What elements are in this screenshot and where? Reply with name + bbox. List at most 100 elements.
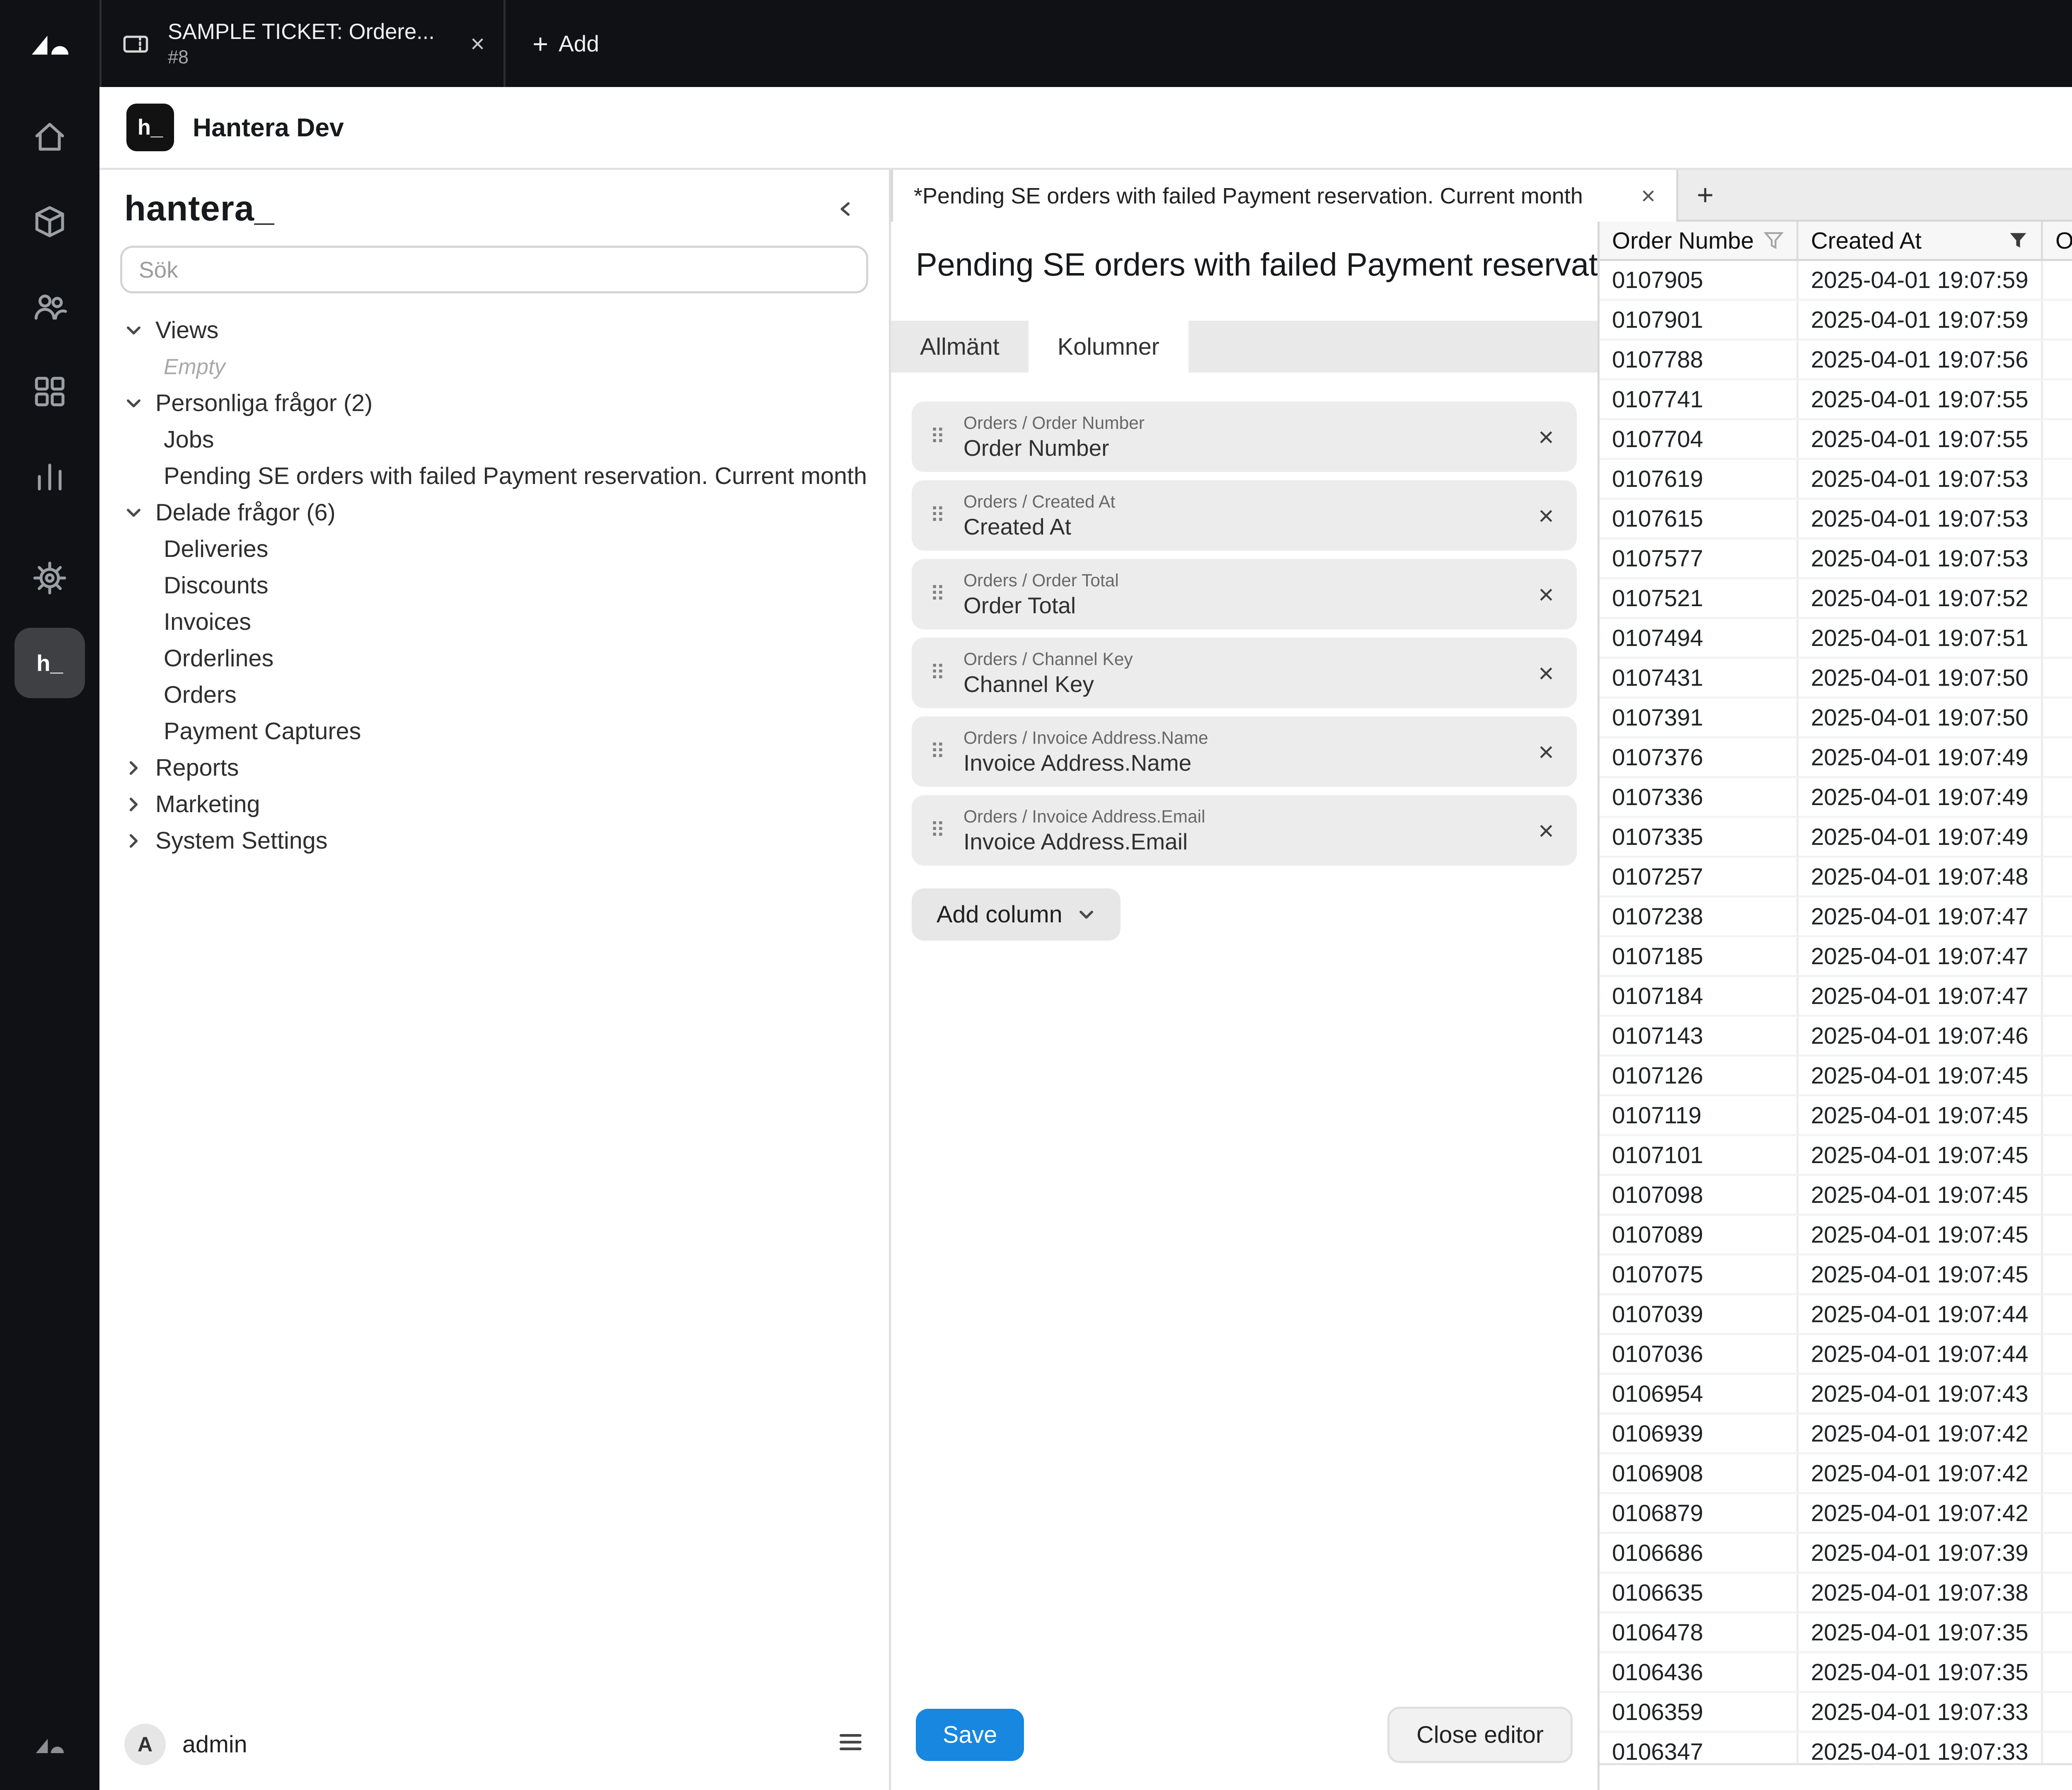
table-row[interactable]: 01064362025-04-01 19:07:3586,81SECarolin…	[1600, 1653, 2072, 1693]
table-row[interactable]: 01071012025-04-01 19:07:45553,79SEOlof H…	[1600, 1136, 2072, 1176]
query-tab-close-icon[interactable]: ×	[1641, 181, 1656, 210]
ticket-tab-close-icon[interactable]: ×	[470, 29, 485, 58]
save-button[interactable]: Save	[916, 1709, 1024, 1761]
table-row[interactable]: 01073912025-04-01 19:07:50509,85SEAnnika…	[1600, 699, 2072, 738]
filter-funnel-icon[interactable]	[1763, 230, 1784, 251]
drag-handle-icon[interactable]: ⠿	[926, 818, 949, 842]
table-row[interactable]: 01076192025-04-01 19:07:53312,77SEJimmy …	[1600, 460, 2072, 500]
remove-column-button[interactable]: ×	[1534, 579, 1558, 610]
table-row[interactable]: 01072382025-04-01 19:07:47318,33SEEmil S…	[1600, 897, 2072, 937]
nav-item[interactable]: Jobs	[99, 421, 889, 458]
user-row[interactable]: A admin	[99, 1707, 889, 1790]
chevron-left-icon	[836, 200, 855, 218]
remove-column-button[interactable]: ×	[1534, 421, 1558, 452]
table-row[interactable]: 01063592025-04-01 19:07:33692,12SELinn S…	[1600, 1693, 2072, 1733]
nav-item[interactable]: Deliveries	[99, 531, 889, 567]
table-row[interactable]: 01071262025-04-01 19:07:45948,35SEBjörn …	[1600, 1057, 2072, 1096]
table-row[interactable]: 01073352025-04-01 19:07:491 143,84SERobi…	[1600, 818, 2072, 858]
table-row[interactable]: 01071192025-04-01 19:07:451 021,67SEYvon…	[1600, 1096, 2072, 1136]
close-editor-button[interactable]: Close editor	[1387, 1707, 1573, 1763]
drag-handle-icon[interactable]: ⠿	[926, 661, 949, 685]
table-row[interactable]: 01074942025-04-01 19:07:51662,05SEJessic…	[1600, 619, 2072, 659]
drag-handle-icon[interactable]: ⠿	[926, 582, 949, 606]
nav-group[interactable]: Views	[99, 312, 889, 348]
add-column-button[interactable]: Add column	[912, 888, 1121, 941]
remove-column-button[interactable]: ×	[1534, 815, 1558, 846]
table-row[interactable]: 01075772025-04-01 19:07:53285,47SEKarin …	[1600, 539, 2072, 579]
column-header[interactable]: Created At	[1798, 222, 2043, 259]
query-tab[interactable]: *Pending SE orders with failed Payment r…	[891, 170, 1678, 222]
table-row[interactable]: 01077412025-04-01 19:07:55321,98SELinn B…	[1600, 380, 2072, 420]
table-row[interactable]: 01071432025-04-01 19:07:46328,21SEOliver…	[1600, 1017, 2072, 1057]
table-row[interactable]: 01069542025-04-01 19:07:43704,72SEDavid …	[1600, 1375, 2072, 1415]
drag-handle-icon[interactable]: ⠿	[926, 740, 949, 764]
column-header[interactable]: Order Total	[2043, 222, 2072, 259]
column-card[interactable]: ⠿Orders / Order TotalOrder Total×	[912, 559, 1577, 629]
search-input[interactable]	[120, 246, 868, 293]
nav-item[interactable]: Invoices	[99, 604, 889, 640]
column-card[interactable]: ⠿Orders / Order NumberOrder Number×	[912, 402, 1577, 472]
zendesk-mark-icon[interactable]	[33, 1728, 66, 1769]
table-row[interactable]: 01077882025-04-01 19:07:56744,19SELiam I…	[1600, 341, 2072, 380]
new-query-tab-button[interactable]: +	[1678, 170, 1732, 220]
drag-handle-icon[interactable]: ⠿	[926, 425, 949, 449]
add-tab-button[interactable]: + Add	[506, 0, 626, 87]
table-row[interactable]: 01077042025-04-01 19:07:55322,28SEMona F…	[1600, 420, 2072, 460]
remove-column-button[interactable]: ×	[1534, 500, 1558, 531]
filter-funnel-icon[interactable]	[2008, 230, 2028, 251]
table-row[interactable]: 01070752025-04-01 19:07:45497,87SESusann…	[1600, 1255, 2072, 1295]
nav-item[interactable]: Payment Captures	[99, 713, 889, 750]
table-row[interactable]: 01066352025-04-01 19:07:38638,7SEGustav …	[1600, 1574, 2072, 1613]
table-row[interactable]: 01068792025-04-01 19:07:42683,21SEAlexan…	[1600, 1494, 2072, 1534]
table-row[interactable]: 01066862025-04-01 19:07:39744,84SESiv Sv…	[1600, 1534, 2072, 1574]
table-row[interactable]: 01070982025-04-01 19:07:451 724,01SEElsa…	[1600, 1176, 2072, 1216]
nav-item[interactable]: Pending SE orders with failed Payment re…	[99, 458, 889, 494]
nav-group[interactable]: Reports	[99, 750, 889, 786]
column-card[interactable]: ⠿Orders / Invoice Address.NameInvoice Ad…	[912, 716, 1577, 787]
zendesk-logo-icon[interactable]	[0, 0, 99, 87]
nav-item[interactable]: Orders	[99, 677, 889, 713]
table-row[interactable]: 01071852025-04-01 19:07:47581,32SEFelici…	[1600, 937, 2072, 977]
table-row[interactable]: 01079012025-04-01 19:07:591 678SEFrida L…	[1600, 301, 2072, 341]
tab-allmant[interactable]: Allmänt	[891, 321, 1029, 373]
ticket-tab[interactable]: SAMPLE TICKET: Ordere... #8 ×	[99, 0, 506, 87]
nav-group[interactable]: Delade frågor (6)	[99, 494, 889, 531]
table-row[interactable]: 01071842025-04-01 19:07:47907,5SEGunnel …	[1600, 977, 2072, 1017]
column-card[interactable]: ⠿Orders / Invoice Address.EmailInvoice A…	[912, 795, 1577, 866]
remove-column-button[interactable]: ×	[1534, 736, 1558, 767]
table-row[interactable]: 01070362025-04-01 19:07:44670,63SESamuel…	[1600, 1335, 2072, 1375]
table-row[interactable]: 01079052025-04-01 19:07:59148,05SEMats N…	[1600, 261, 2072, 301]
table-row[interactable]: 01069392025-04-01 19:07:421 041,5SEUlrik…	[1600, 1415, 2072, 1454]
table-row[interactable]: 01069082025-04-01 19:07:42628,69SEKarin …	[1600, 1454, 2072, 1494]
column-header[interactable]: Order Number	[1600, 222, 1798, 259]
rail-customers-button[interactable]	[15, 271, 85, 342]
table-cell: 0107376	[1600, 738, 1798, 778]
rail-reports-button[interactable]	[15, 441, 85, 512]
drag-handle-icon[interactable]: ⠿	[926, 503, 949, 527]
table-row[interactable]: 01076152025-04-01 19:07:53154,85SEGabrie…	[1600, 500, 2072, 539]
collapse-sidebar-button[interactable]	[827, 190, 864, 227]
table-row[interactable]: 01064782025-04-01 19:07:35792,13SEMartin…	[1600, 1613, 2072, 1653]
table-row[interactable]: 01075212025-04-01 19:07:52451,02SEHugo N…	[1600, 579, 2072, 619]
rail-departments-button[interactable]	[15, 356, 85, 427]
nav-item[interactable]: Discounts	[99, 567, 889, 604]
nav-group[interactable]: System Settings	[99, 822, 889, 859]
column-card[interactable]: ⠿Orders / Channel KeyChannel Key×	[912, 638, 1577, 708]
table-row[interactable]: 01070892025-04-01 19:07:45790,21SEMagnus…	[1600, 1216, 2072, 1255]
nav-group[interactable]: Personliga frågor (2)	[99, 385, 889, 421]
table-row[interactable]: 01073762025-04-01 19:07:49397,72SEHelena…	[1600, 738, 2072, 778]
remove-column-button[interactable]: ×	[1534, 658, 1558, 689]
rail-hantera-app-button[interactable]: h_	[15, 628, 85, 698]
tab-kolumner[interactable]: Kolumner	[1029, 321, 1188, 373]
table-row[interactable]: 01072572025-04-01 19:07:48878,32SEMona F…	[1600, 858, 2072, 897]
rail-settings-button[interactable]	[15, 543, 85, 613]
table-row[interactable]: 01074312025-04-01 19:07:50460,27SEPia Bj…	[1600, 659, 2072, 699]
column-card[interactable]: ⠿Orders / Created AtCreated At×	[912, 480, 1577, 551]
table-row[interactable]: 01070392025-04-01 19:07:44503,32SESusann…	[1600, 1295, 2072, 1335]
rail-home-button[interactable]	[15, 102, 85, 172]
nav-group[interactable]: Marketing	[99, 786, 889, 822]
table-row[interactable]: 01073362025-04-01 19:07:49680,41SEElla A…	[1600, 778, 2072, 818]
nav-item[interactable]: Orderlines	[99, 640, 889, 677]
rail-products-button[interactable]	[15, 186, 85, 257]
user-menu-button[interactable]	[837, 1725, 864, 1763]
